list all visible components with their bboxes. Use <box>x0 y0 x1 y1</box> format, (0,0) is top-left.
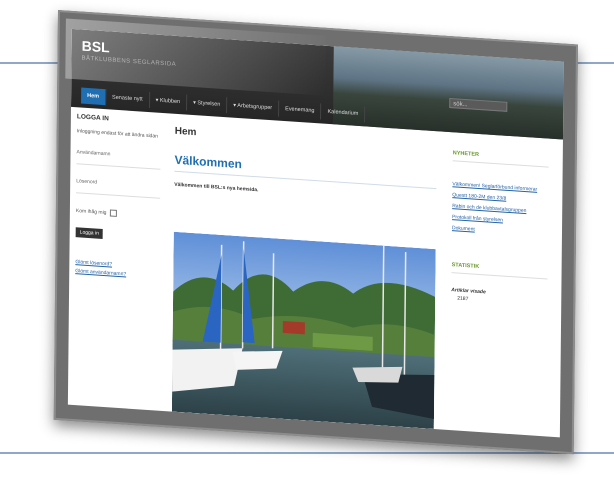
remember-me-label: Kom ihåg mig <box>75 208 107 217</box>
login-panel: LOGGA IN Inloggning endast för att ändra… <box>75 113 161 282</box>
login-info: Inloggning endast för att ändra sidan <box>76 128 158 140</box>
site-title[interactable]: BSL <box>82 38 110 56</box>
news-item[interactable]: Dokument <box>452 225 548 238</box>
right-sidebar: NYHETER Välkommen! Seglarförbund informe… <box>451 150 549 307</box>
login-title: LOGGA IN <box>76 113 109 123</box>
username-field[interactable]: Användarnamn <box>76 149 161 170</box>
remember-me-checkbox[interactable] <box>109 209 117 217</box>
nav-item-kalendarium[interactable]: Kalendarium <box>321 103 366 123</box>
header-banner-image <box>332 46 564 140</box>
login-button[interactable]: Logga in <box>75 227 103 239</box>
nav-item-senaste-nytt[interactable]: Senaste nytt <box>105 89 150 109</box>
nav-item-hem[interactable]: Hem <box>81 87 107 106</box>
site-subtitle: BÅTKLUBBENS SEGLARSIDA <box>81 55 177 68</box>
page-title: Hem <box>174 125 197 139</box>
main-content: Hem Välkommen Välkommen till BSL:s nya h… <box>174 120 437 205</box>
remember-me[interactable]: Kom ihåg mig <box>76 207 160 220</box>
website-viewport: BSL BÅTKLUBBENS SEGLARSIDA sök... Hem Se… <box>67 28 564 438</box>
nav-item-styrelsen[interactable]: ▾ Styrelsen <box>187 94 228 114</box>
screenshot-frame: BSL BÅTKLUBBENS SEGLARSIDA sök... Hem Se… <box>53 10 578 455</box>
nav-item-evenemang[interactable]: Evenemang <box>279 100 322 120</box>
harbor-photo <box>171 231 436 429</box>
password-field[interactable]: Lösenord <box>76 178 161 199</box>
stats-heading: STATISTIK <box>451 262 548 280</box>
news-heading: NYHETER <box>452 150 549 168</box>
nav-item-klubben[interactable]: ▾ Klubben <box>149 92 188 111</box>
background-line-bottom <box>0 452 614 454</box>
nav-item-arbetsgrupper[interactable]: ▾ Arbetsgrupper <box>227 97 280 117</box>
